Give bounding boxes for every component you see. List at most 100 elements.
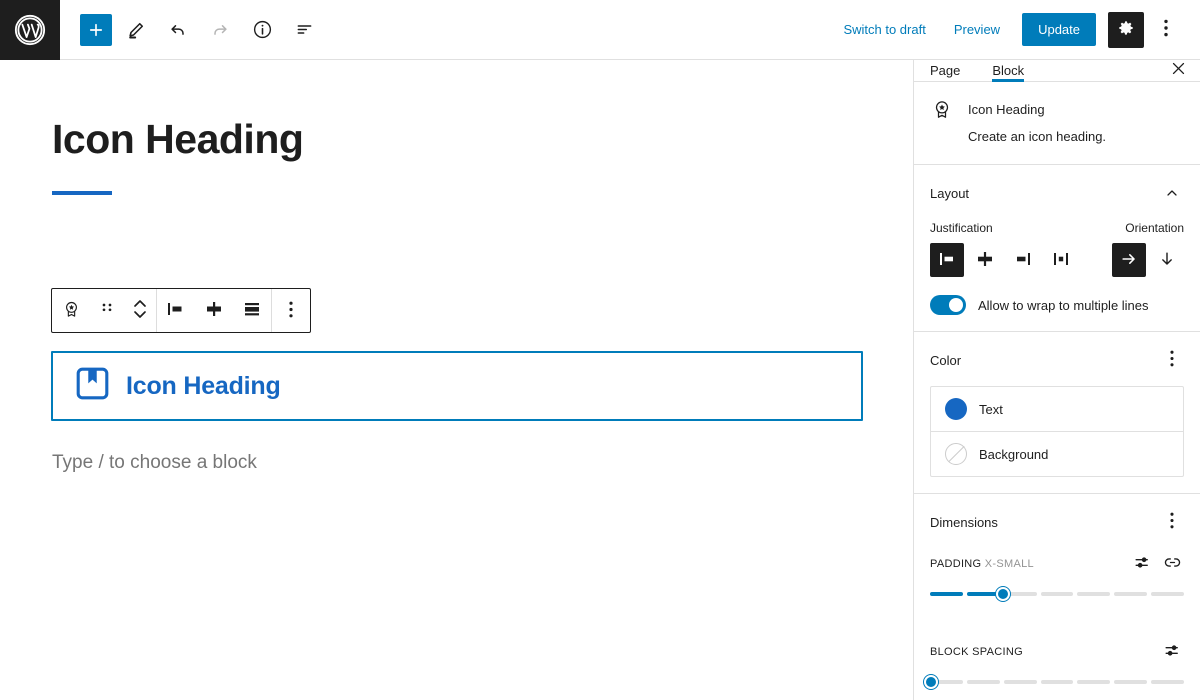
page-title[interactable]: Icon Heading bbox=[52, 116, 861, 163]
sidebar-tabs: Page Block bbox=[914, 60, 1200, 82]
orientation-horizontal-button[interactable] bbox=[1112, 243, 1146, 277]
update-button[interactable]: Update bbox=[1022, 13, 1096, 46]
align-center-button[interactable] bbox=[195, 289, 233, 332]
block-spacing-slider-handle[interactable] bbox=[924, 675, 939, 689]
block-spacing-label: BLOCK SPACING bbox=[930, 646, 1023, 658]
sidebar-block-text: Icon Heading Create an icon heading. bbox=[968, 98, 1106, 148]
add-block-button[interactable] bbox=[80, 13, 112, 46]
justify-center-button[interactable] bbox=[968, 243, 1002, 277]
align-stretch-button[interactable] bbox=[233, 289, 271, 332]
color-panel-header: Color bbox=[930, 348, 1184, 372]
padding-slider-handle[interactable] bbox=[995, 587, 1010, 601]
details-button[interactable] bbox=[244, 12, 280, 48]
settings-button[interactable] bbox=[1108, 11, 1144, 48]
switch-to-draft-button[interactable]: Switch to draft bbox=[831, 14, 937, 45]
padding-sides-button[interactable] bbox=[1130, 552, 1154, 576]
sliders-icon bbox=[1163, 641, 1182, 663]
more-options-button[interactable] bbox=[1148, 12, 1184, 48]
padding-slider[interactable] bbox=[930, 587, 1185, 601]
empty-paragraph-placeholder[interactable]: Type / to choose a block bbox=[52, 452, 257, 474]
award-badge-icon bbox=[930, 98, 954, 127]
orientation-vertical-button[interactable] bbox=[1150, 243, 1184, 277]
color-item-text[interactable]: Text bbox=[931, 387, 1183, 431]
justify-space-between-button[interactable] bbox=[1044, 243, 1078, 277]
justify-left-icon bbox=[165, 300, 187, 321]
block-spacing-row: BLOCK SPACING bbox=[930, 640, 1184, 664]
slider-segment bbox=[966, 680, 1000, 684]
layout-panel-title: Layout bbox=[930, 185, 970, 201]
bookmark-icon bbox=[73, 364, 112, 408]
selected-block-icon-heading[interactable]: Icon Heading bbox=[51, 351, 863, 421]
block-options-button[interactable] bbox=[272, 289, 310, 332]
block-type-button[interactable] bbox=[52, 289, 90, 332]
award-badge-icon bbox=[61, 299, 82, 323]
kebab-menu-icon bbox=[1170, 512, 1174, 532]
block-spacing-sides-button[interactable] bbox=[1160, 640, 1184, 664]
preview-button[interactable]: Preview bbox=[942, 14, 1012, 45]
chevron-up-icon[interactable] bbox=[1160, 181, 1184, 205]
sidebar-block-title: Icon Heading bbox=[968, 101, 1045, 117]
allow-wrap-label: Allow to wrap to multiple lines bbox=[978, 297, 1149, 313]
padding-link-button[interactable] bbox=[1160, 552, 1184, 576]
padding-label: PADDING X-SMALL bbox=[930, 558, 1034, 570]
drag-handle[interactable] bbox=[90, 289, 123, 332]
dimensions-panel-title: Dimensions bbox=[930, 514, 998, 530]
block-settings-sidebar: Page Block Icon Heading Create an icon h… bbox=[914, 60, 1200, 700]
slider-segment bbox=[1003, 680, 1037, 684]
tab-page[interactable]: Page bbox=[914, 60, 976, 81]
color-options-button[interactable] bbox=[1160, 348, 1184, 372]
dimensions-panel: Dimensions PADDING X-SMALL BLOCK SPACING bbox=[914, 494, 1200, 700]
block-toolbar-group-block bbox=[52, 289, 156, 332]
edit-tool-button[interactable] bbox=[118, 12, 154, 48]
list-view-button[interactable] bbox=[286, 12, 322, 48]
padding-controls bbox=[1130, 552, 1184, 576]
text-color-label: Text bbox=[979, 401, 1003, 417]
slider-segment bbox=[1151, 592, 1185, 596]
editor-body: Icon Heading Icon Heading Type / to choo… bbox=[0, 60, 1200, 700]
block-spacing-slider[interactable] bbox=[924, 675, 1185, 689]
dimensions-options-button[interactable] bbox=[1160, 510, 1184, 534]
editor-top-bar: Switch to draft Preview Update bbox=[0, 0, 1200, 60]
editor-canvas[interactable]: Icon Heading Icon Heading Type / to choo… bbox=[0, 60, 914, 700]
layout-control-labels: Justification Orientation bbox=[930, 221, 1184, 235]
padding-value: X-SMALL bbox=[984, 558, 1034, 570]
block-spacing-controls bbox=[1160, 640, 1184, 664]
link-icon bbox=[1163, 553, 1182, 575]
arrow-down-icon bbox=[1157, 249, 1177, 272]
gear-icon bbox=[1116, 18, 1136, 41]
layout-option-buttons bbox=[930, 243, 1184, 277]
drag-dots-icon bbox=[101, 300, 113, 321]
justification-group bbox=[930, 243, 1078, 277]
background-color-swatch bbox=[945, 443, 967, 465]
justification-label: Justification bbox=[930, 221, 993, 235]
redo-button[interactable] bbox=[202, 12, 238, 48]
orientation-label: Orientation bbox=[1125, 221, 1184, 235]
justify-center-icon bbox=[203, 300, 225, 321]
title-divider bbox=[52, 191, 112, 196]
move-updown-button[interactable] bbox=[123, 289, 156, 332]
block-heading-text[interactable]: Icon Heading bbox=[126, 372, 281, 401]
justify-left-button[interactable] bbox=[930, 243, 964, 277]
chevron-updown-icon bbox=[132, 296, 148, 325]
block-toolbar-group-align bbox=[156, 289, 271, 332]
justify-right-button[interactable] bbox=[1006, 243, 1040, 277]
slider-segment bbox=[1040, 680, 1074, 684]
close-sidebar-button[interactable] bbox=[1156, 60, 1200, 81]
kebab-menu-icon bbox=[289, 301, 293, 321]
color-item-background[interactable]: Background bbox=[931, 431, 1183, 476]
padding-label-text: PADDING bbox=[930, 558, 982, 570]
allow-wrap-toggle[interactable] bbox=[930, 295, 966, 315]
dimensions-panel-header: Dimensions bbox=[930, 510, 1184, 534]
kebab-menu-icon bbox=[1164, 19, 1168, 40]
background-color-label: Background bbox=[979, 446, 1049, 462]
tab-block[interactable]: Block bbox=[976, 60, 1040, 82]
wrap-toggle-row: Allow to wrap to multiple lines bbox=[930, 295, 1184, 315]
undo-button[interactable] bbox=[160, 12, 196, 48]
top-bar-actions: Switch to draft Preview Update bbox=[831, 11, 1200, 48]
sidebar-block-description: Create an icon heading. bbox=[968, 129, 1107, 145]
align-left-button[interactable] bbox=[157, 289, 195, 332]
wordpress-logo-icon[interactable] bbox=[0, 0, 60, 60]
top-bar-tools bbox=[60, 12, 322, 48]
color-options-list: Text Background bbox=[930, 386, 1184, 477]
layout-panel-header[interactable]: Layout bbox=[930, 181, 1184, 205]
